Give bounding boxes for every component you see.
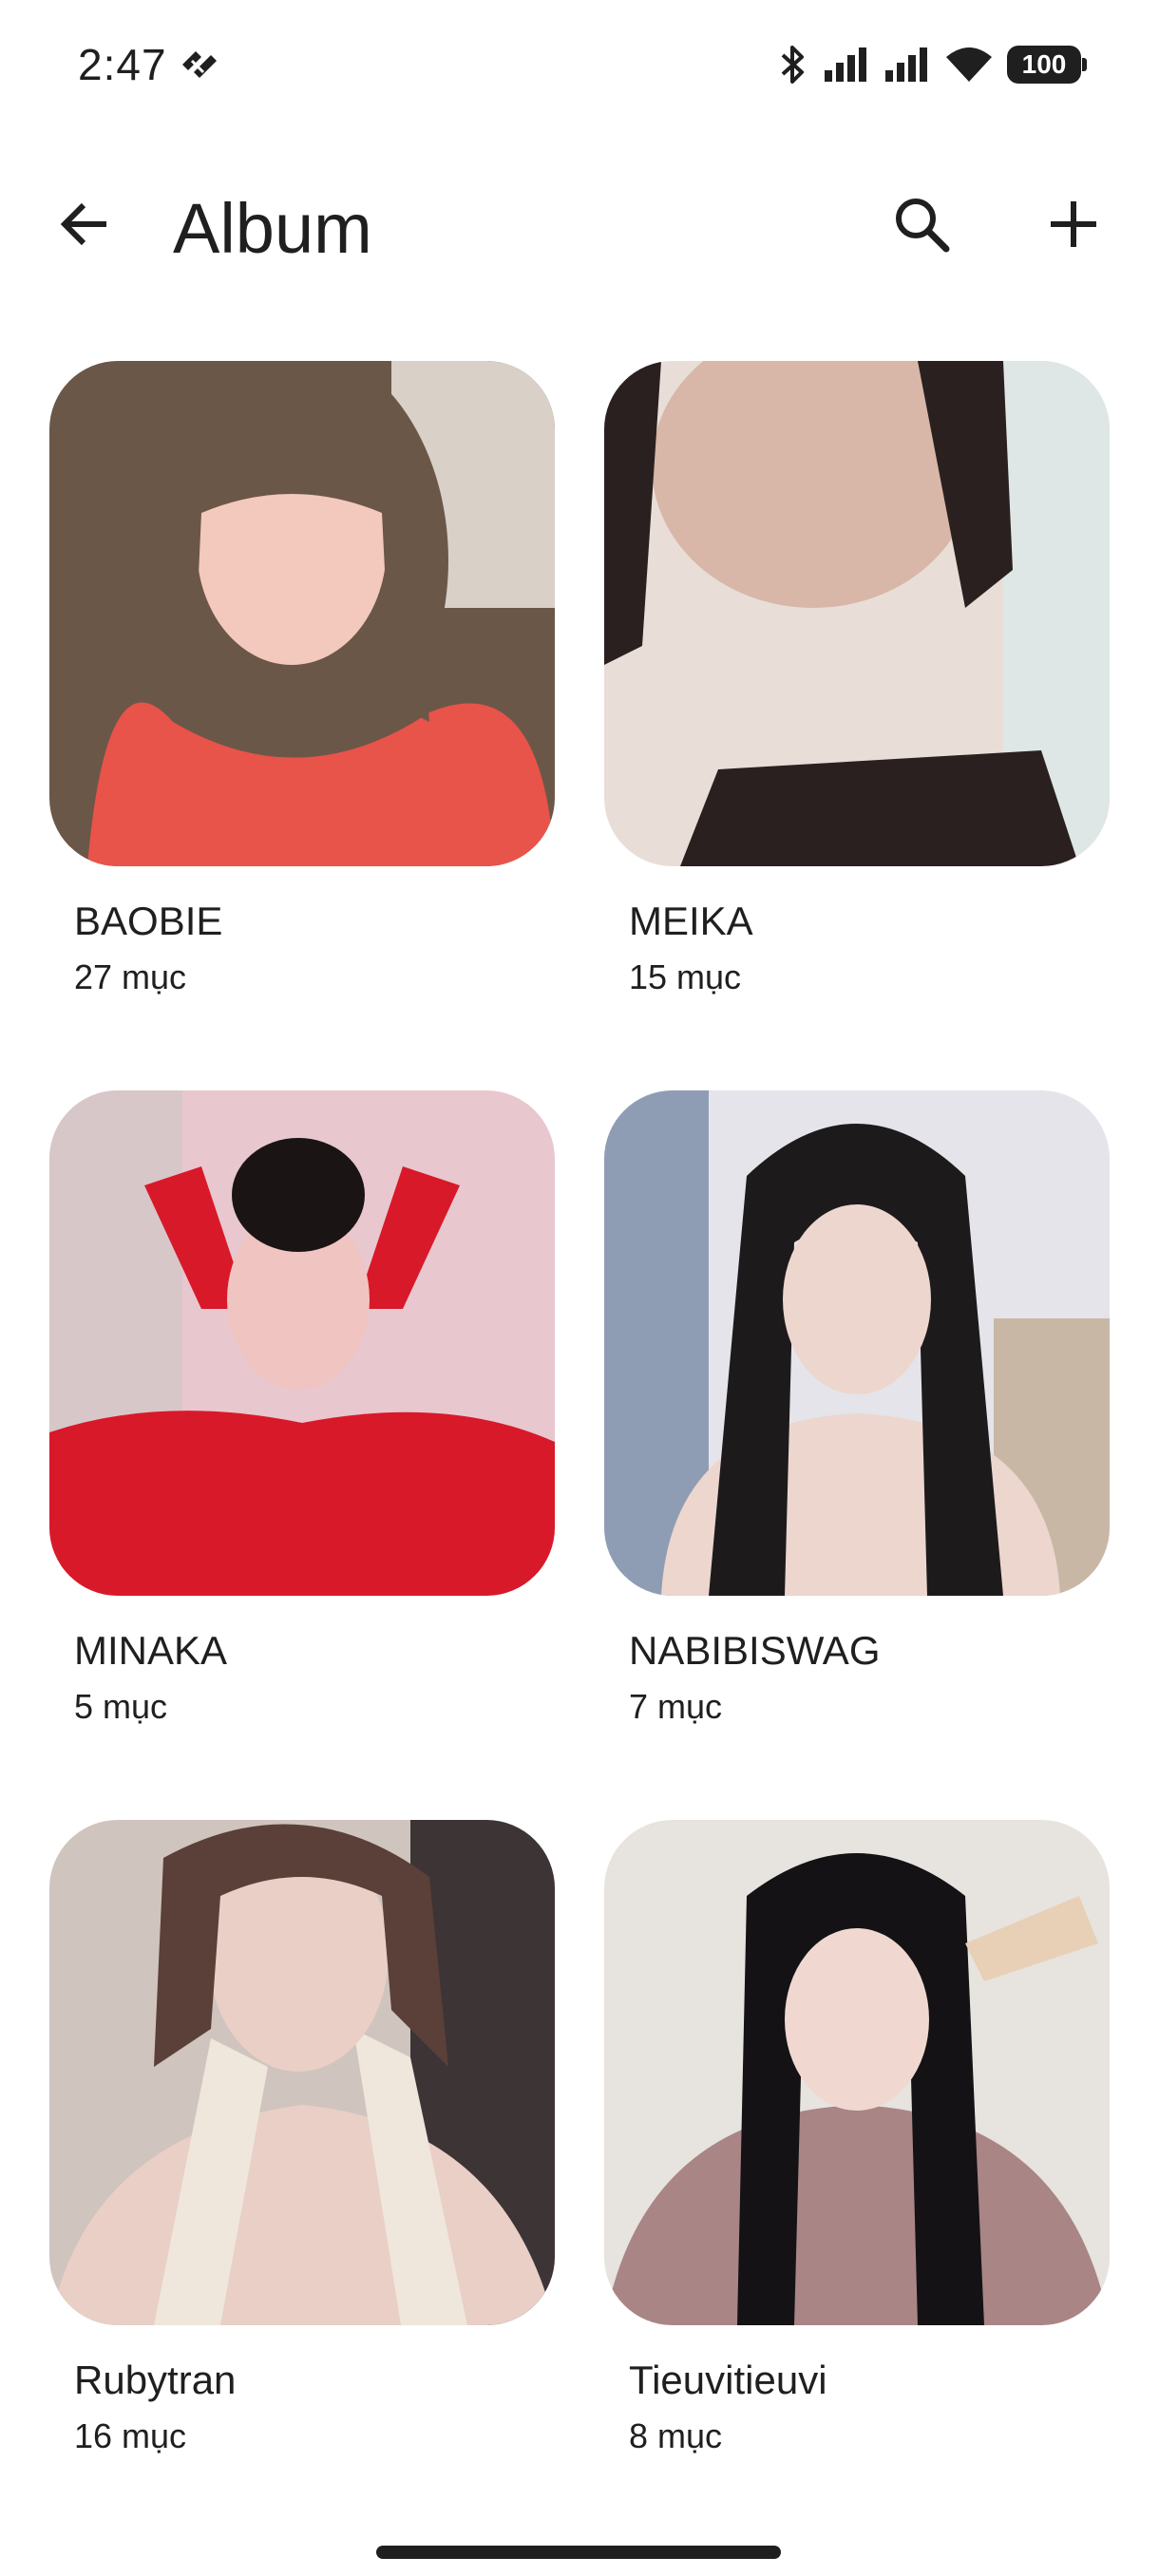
album-card[interactable]: NABIBISWAG 7 mục [604,1090,1110,1731]
album-thumbnail[interactable] [604,1090,1110,1596]
album-cover-image [604,1820,1110,2325]
album-name: Rubytran [74,2358,237,2402]
signal-strength-icon-2 [884,46,931,84]
back-button[interactable] [38,179,133,274]
status-bar: 2:47 100 [0,0,1159,125]
bluetooth-icon [777,44,809,85]
wifi-icon [944,46,994,84]
album-name: Tieuvitieuvi [629,2358,827,2402]
album-card[interactable]: BAOBIE 27 mục [49,361,555,1001]
plus-icon [1047,198,1100,256]
album-cover-image [49,1090,555,1596]
album-name: MINAKA [74,1628,228,1673]
status-icons: 100 [777,38,1087,91]
album-cover-image [49,1820,555,2325]
album-name: NABIBISWAG [629,1628,881,1673]
album-thumbnail[interactable] [49,1090,555,1596]
arrow-back-icon [57,196,114,257]
album-item-count: 8 mục [629,2416,723,2455]
search-icon [891,194,952,259]
album-cover-image [604,1090,1110,1596]
album-card[interactable]: Tieuvitieuvi 8 mục [604,1820,1110,2460]
signal-strength-icon [823,46,870,84]
album-item-count: 7 mục [629,1687,723,1726]
page-title: Album [173,189,372,268]
album-thumbnail[interactable] [49,361,555,866]
album-item-count: 16 mục [74,2416,187,2455]
add-album-button[interactable] [1026,179,1121,274]
album-thumbnail[interactable] [49,1820,555,2325]
album-card[interactable]: Rubytran 16 mục [49,1820,555,2460]
gesture-navigation-bar[interactable] [376,2546,781,2559]
album-thumbnail[interactable] [604,361,1110,866]
album-cover-image [49,361,555,866]
album-item-count: 5 mục [74,1687,168,1726]
album-cover-image [604,361,1110,866]
status-time: 2:47 [78,40,167,89]
notification-app-icon [179,44,220,82]
album-name: BAOBIE [74,899,223,943]
album-item-count: 15 mục [629,957,742,996]
app-bar: Album [0,152,1159,304]
album-card[interactable]: MINAKA 5 mục [49,1090,555,1731]
search-button[interactable] [874,179,969,274]
album-card[interactable]: MEIKA 15 mục [604,361,1110,1001]
album-thumbnail[interactable] [604,1820,1110,2325]
album-item-count: 27 mục [74,957,187,996]
album-name: MEIKA [629,899,753,943]
battery-icon: 100 [1007,46,1087,84]
album-grid: BAOBIE 27 mục MEIKA 15 mục MINAKA 5 mục … [49,361,1110,2460]
